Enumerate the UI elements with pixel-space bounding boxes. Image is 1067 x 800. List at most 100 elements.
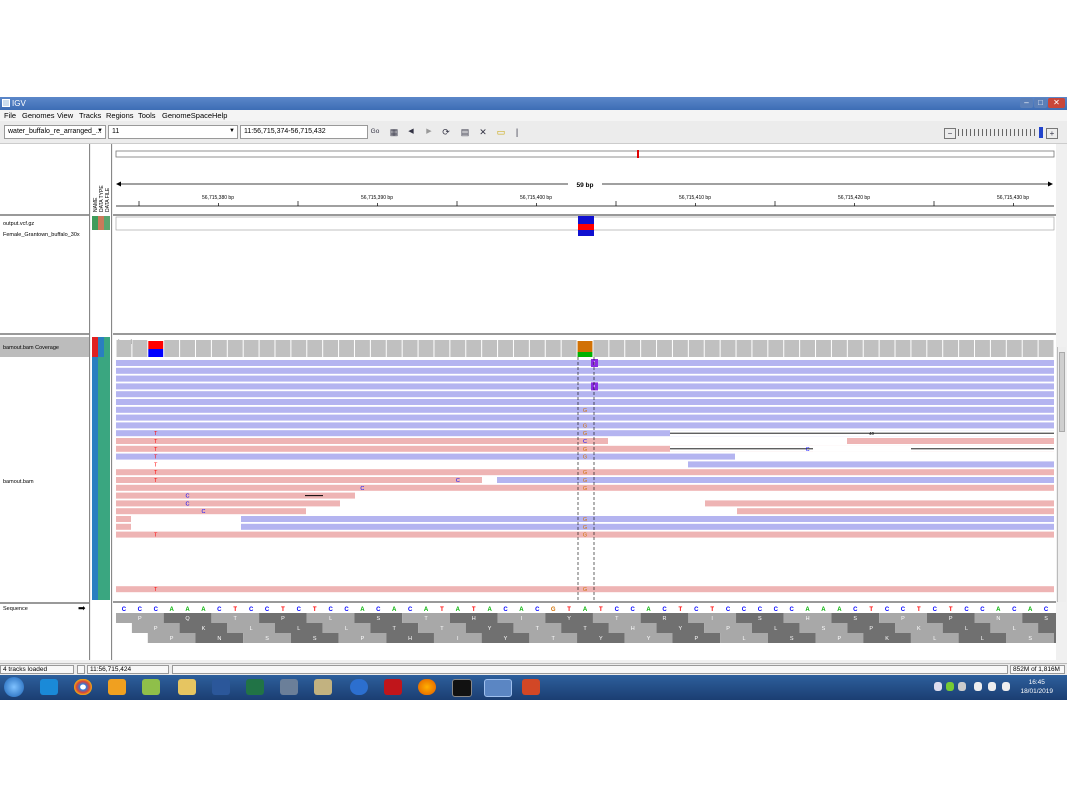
read[interactable] bbox=[116, 391, 1054, 398]
coverage-track[interactable] bbox=[116, 340, 1054, 357]
sequence-base[interactable]: T bbox=[313, 607, 317, 613]
coverage-bar[interactable] bbox=[180, 340, 195, 357]
sequence-base[interactable]: C bbox=[662, 607, 667, 613]
word-icon[interactable] bbox=[212, 679, 230, 695]
chromosome-ideogram[interactable] bbox=[115, 150, 1055, 158]
coverage-bar[interactable] bbox=[975, 340, 990, 357]
coverage-bar[interactable] bbox=[259, 340, 275, 357]
sequence-base[interactable]: C bbox=[328, 607, 333, 613]
ruler-icon[interactable]: | bbox=[513, 125, 521, 139]
sequence-base[interactable]: T bbox=[599, 607, 603, 613]
coverage-bar[interactable] bbox=[386, 340, 402, 357]
zoom-slider-handle[interactable] bbox=[1039, 127, 1043, 138]
zoom-out-icon[interactable]: − bbox=[944, 128, 956, 139]
zoom-in-icon[interactable]: + bbox=[1046, 128, 1058, 139]
vcf-variant-site[interactable] bbox=[578, 216, 594, 224]
sequence-base[interactable]: G bbox=[551, 607, 556, 613]
sequence-base[interactable]: T bbox=[233, 607, 237, 613]
sequence-base[interactable]: C bbox=[1012, 607, 1017, 613]
coverage-bar[interactable] bbox=[831, 340, 847, 357]
sequence-base[interactable]: T bbox=[917, 607, 921, 613]
coverage-bar[interactable] bbox=[704, 340, 720, 357]
powerpoint-icon[interactable] bbox=[522, 679, 540, 695]
sequence-base[interactable]: C bbox=[694, 607, 699, 613]
coverage-bar[interactable] bbox=[529, 340, 545, 357]
sequence-base[interactable]: A bbox=[805, 607, 810, 613]
sequence-base[interactable]: T bbox=[281, 607, 285, 613]
sequence-base[interactable]: C bbox=[217, 607, 222, 613]
memory-status[interactable]: 852M of 1,816M bbox=[1010, 665, 1065, 674]
chromosome-dropdown[interactable]: 11 ▼ bbox=[108, 125, 238, 139]
menu-help[interactable]: Help bbox=[212, 111, 227, 120]
read[interactable] bbox=[497, 477, 1054, 483]
read[interactable] bbox=[116, 367, 1054, 374]
coverage-bar[interactable] bbox=[895, 340, 911, 357]
coverage-bar[interactable] bbox=[354, 340, 370, 357]
coverage-bar[interactable] bbox=[879, 340, 895, 357]
read[interactable] bbox=[116, 414, 1054, 421]
sequence-base[interactable]: A bbox=[837, 607, 842, 613]
sequence-base[interactable]: C bbox=[742, 607, 747, 613]
sequence-base[interactable]: A bbox=[169, 607, 174, 613]
sequence-base[interactable]: C bbox=[503, 607, 508, 613]
tray-icon[interactable] bbox=[934, 682, 942, 691]
network-icon[interactable] bbox=[280, 679, 298, 695]
sequence-base[interactable]: C bbox=[265, 607, 270, 613]
sequence-base[interactable]: C bbox=[408, 607, 413, 613]
sequence-base[interactable]: A bbox=[996, 607, 1001, 613]
close-icon[interactable]: ✕ bbox=[1048, 98, 1065, 108]
coverage-bar[interactable] bbox=[211, 340, 227, 357]
coverage-bar[interactable] bbox=[943, 340, 959, 357]
coverage-bar[interactable] bbox=[1038, 340, 1054, 357]
coverage-bar[interactable] bbox=[927, 340, 943, 357]
amino-acid-cell[interactable] bbox=[1038, 623, 1067, 633]
sequence-base[interactable]: C bbox=[297, 607, 302, 613]
coverage-bar[interactable] bbox=[990, 340, 1006, 357]
read[interactable] bbox=[241, 516, 1054, 522]
home-icon[interactable]: ▦ bbox=[388, 125, 400, 139]
popup-text-icon[interactable]: ▭ bbox=[494, 125, 508, 139]
read[interactable] bbox=[737, 508, 1054, 515]
coverage-bar[interactable] bbox=[768, 340, 784, 357]
coverage-bar[interactable] bbox=[720, 340, 736, 357]
read[interactable] bbox=[116, 399, 1054, 405]
coverage-bar[interactable] bbox=[800, 340, 816, 357]
coverage-bar[interactable] bbox=[593, 340, 609, 357]
coverage-bar[interactable] bbox=[959, 340, 975, 357]
coverage-bar-mismatch[interactable] bbox=[148, 349, 164, 357]
menu-view[interactable]: View bbox=[57, 111, 73, 120]
sequence-base[interactable]: A bbox=[360, 607, 365, 613]
coverage-bar[interactable] bbox=[609, 340, 625, 357]
vcf-genotype-hom-var[interactable] bbox=[578, 224, 594, 230]
sequence-base[interactable]: A bbox=[201, 607, 206, 613]
vcf-genotype[interactable] bbox=[578, 230, 594, 236]
terminal-icon[interactable] bbox=[452, 679, 472, 697]
tray-icon[interactable] bbox=[958, 682, 966, 691]
coverage-bar[interactable] bbox=[482, 340, 498, 357]
coverage-bar[interactable] bbox=[275, 340, 291, 357]
clock[interactable]: 16:45 18/01/2019 bbox=[1020, 678, 1053, 696]
coverage-bar[interactable] bbox=[195, 340, 211, 357]
sequence-base[interactable]: T bbox=[679, 607, 683, 613]
r-icon[interactable] bbox=[350, 679, 368, 695]
coverage-bar[interactable] bbox=[370, 340, 386, 357]
coverage-bar[interactable] bbox=[450, 340, 466, 357]
read[interactable] bbox=[705, 500, 1054, 507]
sequence-base[interactable]: C bbox=[122, 607, 127, 613]
read[interactable] bbox=[116, 360, 1054, 366]
scrollbar-thumb[interactable] bbox=[1059, 352, 1065, 432]
sequence-base[interactable]: T bbox=[567, 607, 571, 613]
back-icon[interactable]: ◀ bbox=[406, 125, 416, 139]
read[interactable] bbox=[241, 523, 1054, 530]
coverage-bar[interactable] bbox=[736, 340, 752, 357]
coverage-bar[interactable] bbox=[784, 340, 800, 357]
genome-dropdown[interactable]: water_buffalo_re_arranged_... ▼ bbox=[4, 125, 106, 139]
coverage-bar[interactable] bbox=[116, 340, 132, 357]
coverage-bar[interactable] bbox=[672, 340, 688, 357]
sequence-base[interactable]: C bbox=[615, 607, 620, 613]
sequence-base[interactable]: T bbox=[869, 607, 873, 613]
network-tray-icon[interactable] bbox=[988, 682, 996, 691]
coverage-bar[interactable] bbox=[434, 340, 450, 357]
genome-view-svg[interactable]: 59 bp 56,715,380 bp 56,715,390 bp 56,715,4… bbox=[113, 144, 1067, 660]
coverage-bar[interactable] bbox=[911, 340, 927, 357]
